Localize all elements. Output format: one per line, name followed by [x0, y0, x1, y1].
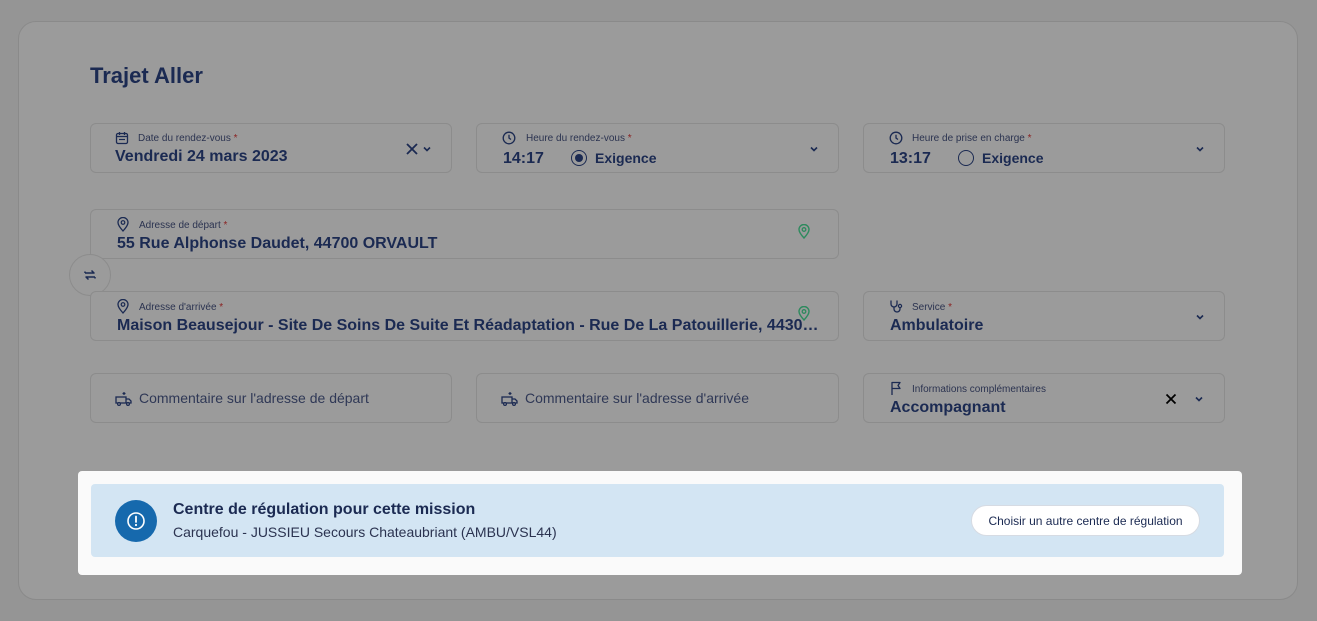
chevron-down-icon[interactable]: [1194, 394, 1204, 404]
heure-rdv-field[interactable]: Heure du rendez-vous * 14:17 Exigence: [476, 123, 839, 173]
map-pin-icon[interactable]: [798, 224, 810, 239]
clock-icon: [889, 131, 903, 145]
heure-rdv-label: Heure du rendez-vous: [526, 133, 625, 144]
truck-icon: [501, 391, 518, 406]
page-title: Trajet Aller: [90, 63, 203, 88]
date-label: Date du rendez-vous: [138, 133, 231, 144]
chevron-down-icon[interactable]: [1195, 312, 1205, 322]
choose-regulation-center-button[interactable]: Choisir un autre centre de régulation: [971, 505, 1200, 536]
heure-prise-value: 13:17: [890, 150, 931, 167]
date-field[interactable]: Date du rendez-vous * Vendredi 24 mars 2…: [90, 123, 452, 173]
exigence-label: Exigence: [595, 150, 657, 166]
adresse-depart-field[interactable]: Adresse de départ * 55 Rue Alphonse Daud…: [90, 209, 839, 259]
map-pin-icon[interactable]: [798, 306, 810, 321]
regulation-panel: Centre de régulation pour cette mission …: [78, 471, 1242, 575]
commentaire-arrivee-field[interactable]: Commentaire sur l'adresse d'arrivée: [476, 373, 839, 423]
swap-icon: [82, 267, 98, 283]
date-value: Vendredi 24 mars 2023: [115, 148, 288, 165]
alert-icon: [115, 500, 157, 542]
heure-rdv-value: 14:17: [503, 150, 544, 167]
exigence-radio-rdv[interactable]: Exigence: [571, 150, 656, 166]
commentaire-depart-field[interactable]: Commentaire sur l'adresse de départ: [90, 373, 452, 423]
stethoscope-icon: [889, 299, 904, 314]
required-mark: *: [223, 220, 228, 231]
required-mark: *: [948, 302, 953, 313]
banner-title: Centre de régulation pour cette mission: [173, 501, 476, 518]
required-mark: *: [233, 133, 238, 144]
radio-unchecked[interactable]: [958, 150, 974, 166]
adresse-depart-value: 55 Rue Alphonse Daudet, 44700 ORVAULT: [117, 235, 438, 252]
commentaire-depart-placeholder: Commentaire sur l'adresse de départ: [139, 390, 369, 406]
map-pin-icon: [117, 299, 129, 314]
service-value: Ambulatoire: [890, 317, 984, 334]
heure-prise-field[interactable]: Heure de prise en charge * 13:17 Exigenc…: [863, 123, 1225, 173]
map-pin-icon: [117, 217, 129, 232]
heure-prise-label: Heure de prise en charge: [912, 133, 1025, 144]
clock-icon: [502, 131, 516, 145]
adresse-arrivee-label: Adresse d'arrivée: [139, 302, 217, 313]
regulation-banner: Centre de régulation pour cette mission …: [91, 484, 1224, 557]
chevron-down-icon[interactable]: [809, 144, 819, 154]
swap-addresses-button[interactable]: [69, 254, 111, 296]
required-mark: *: [627, 133, 632, 144]
commentaire-arrivee-placeholder: Commentaire sur l'adresse d'arrivée: [525, 390, 749, 406]
calendar-icon: [115, 131, 129, 145]
radio-checked[interactable]: [571, 150, 587, 166]
chevron-down-icon[interactable]: [422, 144, 432, 154]
clear-icon[interactable]: [405, 142, 419, 156]
adresse-arrivee-value: Maison Beausejour - Site De Soins De Sui…: [117, 317, 819, 334]
informations-label: Informations complémentaires: [912, 384, 1046, 395]
service-field[interactable]: Service * Ambulatoire: [863, 291, 1225, 341]
required-mark: *: [219, 302, 224, 313]
exigence-label: Exigence: [982, 150, 1044, 166]
banner-subtitle: Carquefou - JUSSIEU Secours Chateaubrian…: [173, 524, 557, 540]
service-label: Service: [912, 302, 946, 313]
adresse-arrivee-field[interactable]: Adresse d'arrivée * Maison Beausejour - …: [90, 291, 839, 341]
exigence-radio-prise[interactable]: Exigence: [958, 150, 1043, 166]
informations-value: Accompagnant: [890, 399, 1006, 416]
chevron-down-icon[interactable]: [1195, 144, 1205, 154]
truck-icon: [115, 391, 132, 406]
adresse-depart-label: Adresse de départ: [139, 220, 221, 231]
informations-field[interactable]: Informations complémentaires Accompagnan…: [863, 373, 1225, 423]
flag-icon: [890, 381, 902, 396]
clear-icon[interactable]: [1164, 392, 1178, 406]
required-mark: *: [1027, 133, 1032, 144]
